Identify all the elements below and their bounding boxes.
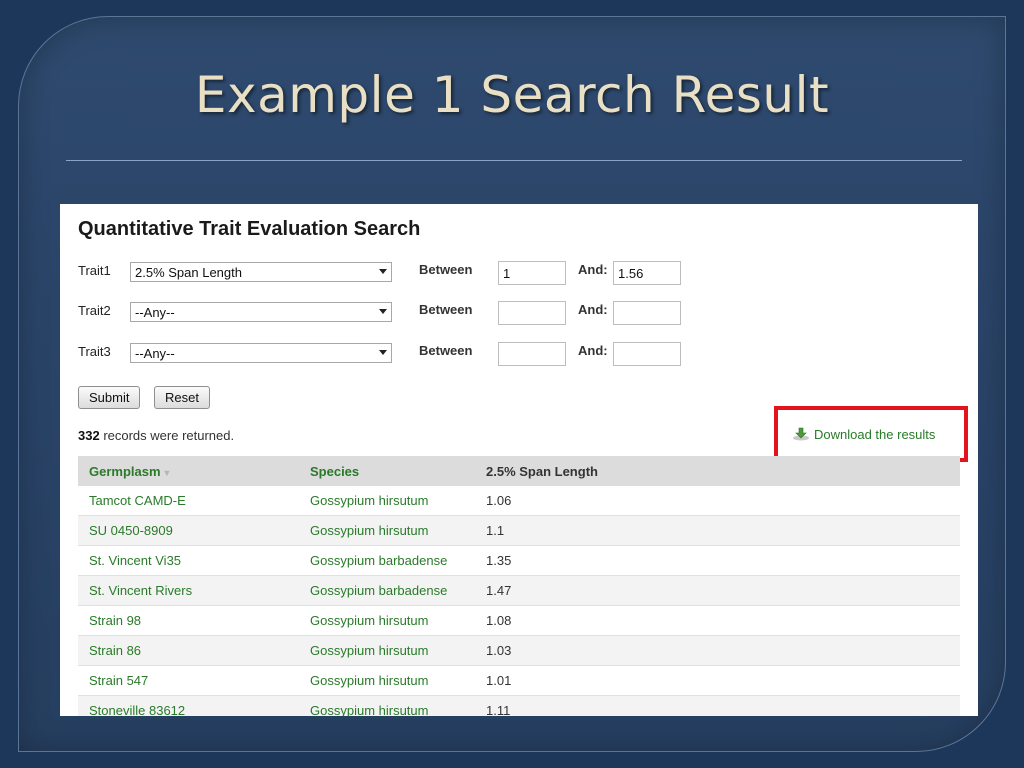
span-length-value: 1.11 (486, 703, 511, 716)
table-row: St. Vincent Rivers Gossypium barbadense … (78, 576, 960, 606)
trait3-selected-value: --Any-- (135, 346, 175, 361)
trait-row-2: Trait2 --Any-- Between And: (78, 300, 698, 325)
table-row: Strain 86 Gossypium hirsutum 1.03 (78, 636, 960, 666)
trait1-selected-value: 2.5% Span Length (135, 265, 242, 280)
trait3-max-input[interactable] (613, 342, 681, 366)
submit-button[interactable]: Submit (78, 386, 141, 409)
span-length-value: 1.01 (486, 673, 512, 688)
species-link[interactable]: Gossypium hirsutum (310, 523, 428, 538)
span-length-value: 1.1 (486, 523, 505, 538)
germplasm-link[interactable]: Strain 86 (89, 643, 141, 658)
records-suffix: records were returned. (99, 428, 235, 443)
species-link[interactable]: Gossypium hirsutum (310, 703, 428, 716)
germplasm-link[interactable]: St. Vincent Rivers (89, 583, 192, 598)
table-row: Strain 98 Gossypium hirsutum 1.08 (78, 606, 960, 636)
span-length-value: 1.06 (486, 493, 512, 508)
records-returned: 332 records were returned. (78, 428, 234, 443)
span-length-value: 1.47 (486, 583, 512, 598)
species-link[interactable]: Gossypium hirsutum (310, 613, 428, 628)
trait2-max-input[interactable] (613, 301, 681, 325)
and-label: And: (578, 262, 608, 277)
span-length-value: 1.08 (486, 613, 512, 628)
species-link[interactable]: Gossypium barbadense (310, 583, 447, 598)
trait3-select[interactable]: --Any-- (130, 343, 392, 363)
title-divider (66, 160, 962, 161)
table-row: Strain 547 Gossypium hirsutum 1.01 (78, 666, 960, 696)
trait-label: Trait3 (78, 344, 111, 359)
trait-row-1: Trait1 2.5% Span Length Between 1 And: 1… (78, 260, 698, 285)
trait-label: Trait1 (78, 263, 111, 278)
slide-title: Example 1 Search Result (194, 66, 830, 124)
column-header-species[interactable]: Species (310, 464, 359, 479)
trait3-min-input[interactable] (498, 342, 566, 366)
download-label: Download the results (814, 427, 936, 442)
germplasm-link[interactable]: Tamcot CAMD-E (89, 493, 186, 508)
species-link[interactable]: Gossypium hirsutum (310, 493, 428, 508)
between-label: Between (419, 343, 473, 358)
search-heading: Quantitative Trait Evaluation Search (78, 218, 421, 240)
column-header-germplasm[interactable]: Germplasm ▼ (89, 464, 171, 479)
germplasm-link[interactable]: Stoneville 83612 (89, 703, 185, 716)
download-results-link[interactable]: Download the results (792, 427, 935, 442)
table-header: Germplasm ▼ Species 2.5% Span Length (78, 456, 960, 486)
records-count: 332 (78, 428, 100, 443)
trait-row-3: Trait3 --Any-- Between And: (78, 341, 698, 366)
search-screenshot: Quantitative Trait Evaluation Search Tra… (60, 204, 978, 716)
table-row: St. Vincent Vi35 Gossypium barbadense 1.… (78, 546, 960, 576)
trait-label: Trait2 (78, 303, 111, 318)
species-link[interactable]: Gossypium hirsutum (310, 643, 428, 658)
column-header-span-length: 2.5% Span Length (486, 464, 598, 479)
span-length-value: 1.03 (486, 643, 512, 658)
sort-arrow-icon: ▼ (162, 468, 172, 478)
results-table: Germplasm ▼ Species 2.5% Span Length Tamc… (78, 456, 960, 716)
trait2-selected-value: --Any-- (135, 305, 175, 320)
species-link[interactable]: Gossypium hirsutum (310, 673, 428, 688)
germplasm-link[interactable]: Strain 98 (89, 613, 141, 628)
germplasm-header-label: Germplasm (89, 464, 161, 479)
trait1-max-input[interactable]: 1.56 (613, 261, 681, 285)
germplasm-link[interactable]: St. Vincent Vi35 (89, 553, 181, 568)
reset-button[interactable]: Reset (154, 386, 210, 409)
download-icon (793, 427, 809, 441)
trait1-select[interactable]: 2.5% Span Length (130, 262, 392, 282)
span-length-value: 1.35 (486, 553, 512, 568)
dropdown-arrow-icon (379, 350, 387, 355)
table-row: Stoneville 83612 Gossypium hirsutum 1.11 (78, 696, 960, 716)
between-label: Between (419, 262, 473, 277)
and-label: And: (578, 343, 608, 358)
trait1-min-input[interactable]: 1 (498, 261, 566, 285)
species-link[interactable]: Gossypium barbadense (310, 553, 447, 568)
download-highlight-box: Download the results (774, 406, 968, 462)
and-label: And: (578, 302, 608, 317)
trait2-select[interactable]: --Any-- (130, 302, 392, 322)
trait2-min-input[interactable] (498, 301, 566, 325)
germplasm-link[interactable]: Strain 547 (89, 673, 148, 688)
dropdown-arrow-icon (379, 309, 387, 314)
between-label: Between (419, 302, 473, 317)
table-row: Tamcot CAMD-E Gossypium hirsutum 1.06 (78, 486, 960, 516)
table-row: SU 0450-8909 Gossypium hirsutum 1.1 (78, 516, 960, 546)
germplasm-link[interactable]: SU 0450-8909 (89, 523, 173, 538)
dropdown-arrow-icon (379, 269, 387, 274)
